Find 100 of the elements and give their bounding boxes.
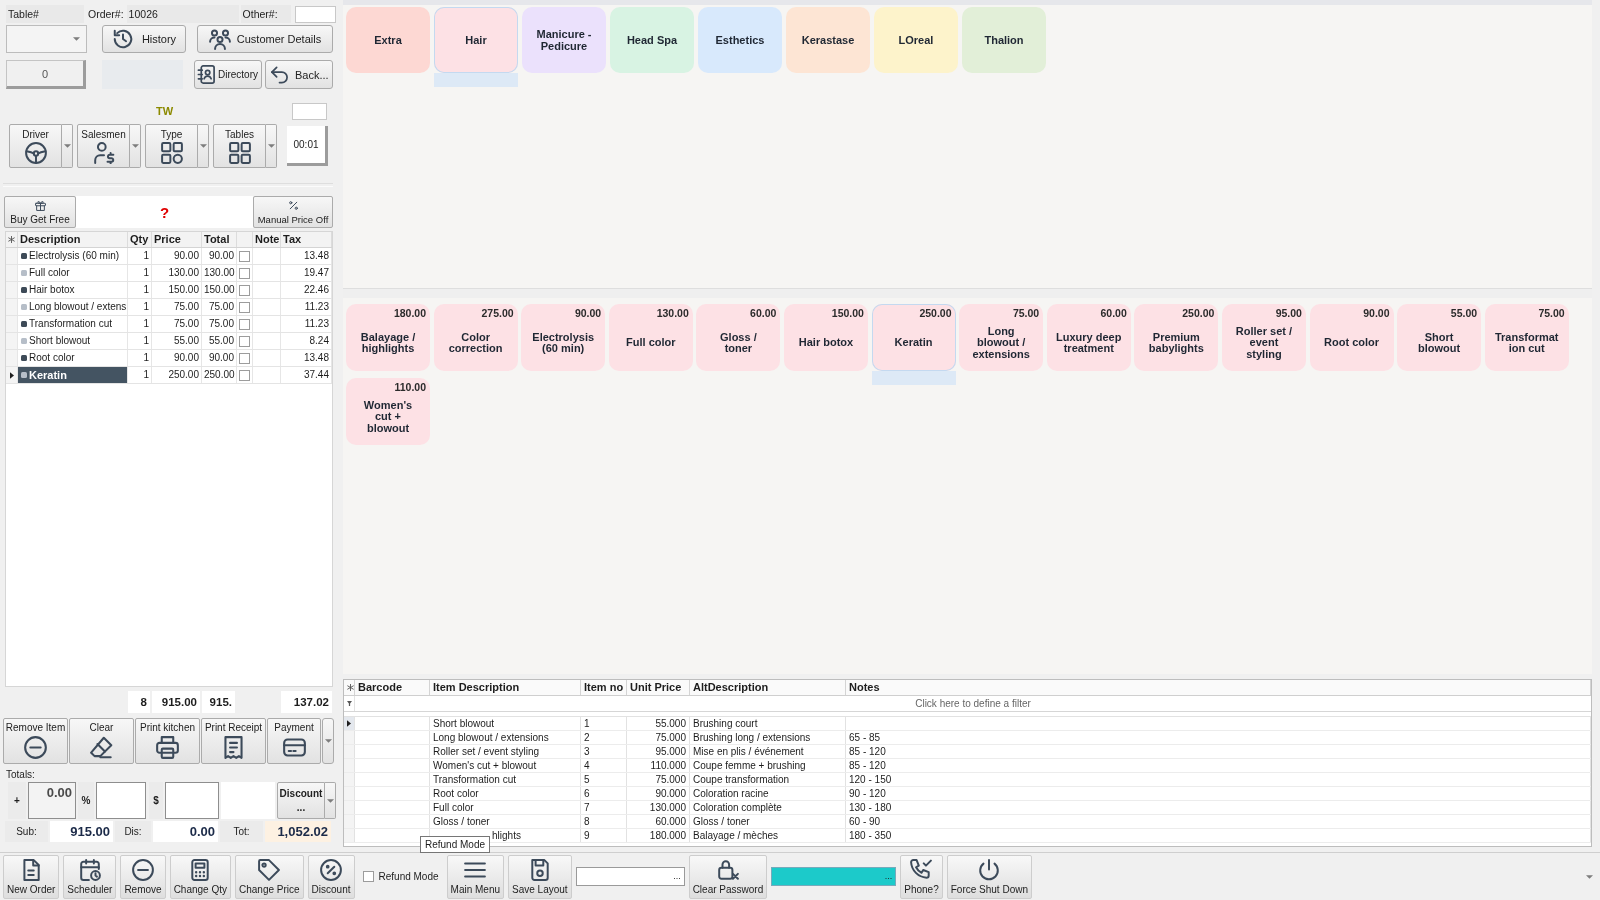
service-tile[interactable]: 75.00 Long blowout / extensions — [959, 304, 1044, 371]
table-row[interactable]: Women's cut + blowout 4 110.000 Coupe femme + brushing 85 - 120 — [344, 759, 1591, 773]
column-header[interactable]: Price — [152, 232, 202, 247]
column-header[interactable]: Item Description — [430, 680, 581, 695]
column-header[interactable]: Tax — [281, 232, 332, 247]
service-tile[interactable]: 90.00 Root color — [1309, 304, 1394, 371]
toolbar-button[interactable]: Phone? — [900, 854, 943, 899]
category-tile[interactable]: Thalion — [962, 7, 1046, 73]
assign-button[interactable]: Type — [145, 124, 198, 168]
toolbar-button[interactable]: Force Shut Down — [946, 854, 1032, 899]
dropdown-button[interactable] — [130, 124, 141, 168]
service-tile[interactable]: 110.00 Women's cut + blowout — [346, 378, 430, 445]
category-tile[interactable]: LOreal — [874, 7, 958, 73]
table-row[interactable]: Root color 6 90.000 Coloration racine 90 - 120 — [344, 787, 1591, 801]
order-row[interactable]: Electrolysis (60 min) 1 90.00 90.00 13.48 — [6, 248, 332, 265]
service-tile[interactable]: 75.00 Transformation cut — [1484, 304, 1569, 371]
action-button[interactable]: Payment — [267, 718, 321, 764]
toolbar-button[interactable]: Scheduler — [63, 854, 117, 899]
column-header[interactable]: AltDescription — [690, 680, 846, 695]
dropdown-button[interactable] — [322, 718, 334, 764]
toolbar-button[interactable]: Change Qty — [169, 854, 231, 899]
category-tile[interactable]: Extra — [346, 7, 430, 73]
toolbar-button[interactable]: Remove — [120, 854, 166, 899]
service-tile[interactable]: 130.00 Full color — [608, 304, 693, 371]
directory-button[interactable]: Directory — [194, 60, 262, 89]
column-header[interactable]: Description — [18, 232, 128, 247]
table-row[interactable]: Gloss / toner 8 60.000 Gloss / toner 60 - 90 — [344, 815, 1591, 829]
checkbox[interactable] — [239, 352, 250, 364]
checkbox[interactable] — [239, 301, 250, 313]
table-row[interactable]: Transformation cut 5 75.000 Coupe transformation 120 - 150 — [344, 773, 1591, 787]
checkbox[interactable] — [239, 284, 250, 296]
service-tile[interactable]: 95.00 Roller set / event styling — [1221, 304, 1306, 371]
dropdown-button[interactable] — [62, 124, 73, 168]
table-row[interactable]: Short blowout 1 55.000 Brushing court — [344, 717, 1591, 731]
toolbar-button[interactable]: Save Layout — [508, 854, 572, 899]
order-row[interactable]: Full color 1 130.00 130.00 19.47 — [6, 265, 332, 282]
service-tile[interactable]: 55.00 Short blowout — [1397, 304, 1482, 371]
input-field[interactable]: ... — [575, 867, 685, 886]
checkbox-label[interactable]: Refund Mode — [378, 871, 439, 882]
category-tile[interactable]: Esthetics — [698, 7, 782, 73]
dropdown-button[interactable] — [266, 124, 277, 168]
column-header[interactable]: Qty — [128, 232, 152, 247]
order-row[interactable]: Short blowout 1 55.00 55.00 8.24 — [6, 333, 332, 350]
column-header[interactable]: Total — [202, 232, 237, 247]
column-header[interactable]: Item no — [581, 680, 627, 695]
more-button[interactable]: ... — [881, 868, 896, 885]
service-tile[interactable]: 60.00 Luxury deep treatment — [1046, 304, 1131, 371]
category-tile[interactable]: Manicure - Pedicure — [522, 7, 606, 73]
assign-button[interactable]: Salesmen — [77, 124, 130, 168]
assign-button[interactable]: Tables — [213, 124, 266, 168]
more-button[interactable]: ... — [670, 868, 684, 885]
toolbar-button[interactable]: Discount — [307, 854, 355, 899]
column-header[interactable]: Barcode — [355, 680, 430, 695]
column-header[interactable]: Unit Price — [627, 680, 690, 695]
manual-price-off-button[interactable]: Manual Price Off — [253, 196, 333, 228]
amount-field[interactable] — [165, 782, 219, 819]
customer-details-button[interactable]: Customer Details — [197, 25, 333, 53]
category-tile[interactable]: Head Spa — [610, 7, 694, 73]
toolbar-button[interactable]: New Order — [3, 854, 60, 899]
action-button[interactable]: Print kitchen — [135, 718, 200, 764]
filter-hint[interactable]: Click here to define a filter — [355, 696, 1591, 711]
action-button[interactable]: Clear — [69, 718, 134, 764]
service-tile[interactable]: 150.00 Hair botox — [783, 304, 868, 371]
service-tile[interactable]: 60.00 Gloss / toner — [696, 304, 781, 371]
table-row[interactable]: Full color 7 130.000 Coloration complète 130 - 180 — [344, 801, 1591, 815]
service-tile[interactable]: 180.00 Balayage / highlights — [346, 304, 430, 371]
column-header[interactable]: Note — [253, 232, 281, 247]
checkbox[interactable] — [362, 871, 374, 882]
category-tile[interactable]: Hair — [434, 7, 518, 73]
history-button[interactable]: History — [102, 25, 186, 53]
action-button[interactable]: Remove Item — [3, 718, 68, 764]
discount-button[interactable]: Discount ... — [277, 782, 325, 819]
service-tile[interactable]: 250.00 Keratin — [871, 304, 956, 371]
category-tile[interactable]: Kerastase — [786, 7, 870, 73]
checkbox[interactable] — [239, 267, 250, 279]
toolbar-button[interactable]: Change Price — [235, 854, 304, 899]
assign-button[interactable]: Driver — [9, 124, 62, 168]
dropdown-button[interactable] — [198, 124, 209, 168]
checkbox[interactable] — [239, 318, 250, 330]
dropdown-button[interactable] — [325, 782, 336, 819]
checkbox[interactable] — [239, 335, 250, 347]
input-field[interactable] — [294, 5, 336, 23]
input-field[interactable]: ... — [771, 867, 897, 886]
order-row[interactable]: Keratin 1 250.00 250.00 37.44 — [6, 367, 332, 384]
order-row[interactable]: Long blowout / extens 1 75.00 75.00 11.23 — [6, 299, 332, 316]
service-tile[interactable]: 90.00 Electrolysis (60 min) — [521, 304, 606, 371]
checkbox[interactable] — [239, 369, 250, 381]
input-field[interactable] — [292, 102, 327, 120]
column-header[interactable]: Notes — [846, 680, 1591, 695]
row-header[interactable] — [344, 717, 355, 730]
service-tile[interactable]: 250.00 Premium babylights — [1134, 304, 1219, 371]
order-row[interactable]: Hair botox 1 150.00 150.00 22.46 — [6, 282, 332, 299]
order-row[interactable]: Transformation cut 1 75.00 75.00 11.23 — [6, 316, 332, 333]
toolbar-button[interactable]: Clear Password — [688, 854, 768, 899]
toolbar-button[interactable]: Main Menu — [446, 854, 505, 899]
amount-field[interactable]: 0.00 — [28, 782, 76, 819]
checkbox[interactable] — [239, 250, 250, 262]
service-tile[interactable]: 275.00 Color correction — [433, 304, 518, 371]
buy-get-free-button[interactable]: Buy Get Free — [4, 196, 76, 228]
table-row[interactable]: Roller set / event styling 3 95.000 Mise en plis / événement 85 - 120 — [344, 745, 1591, 759]
